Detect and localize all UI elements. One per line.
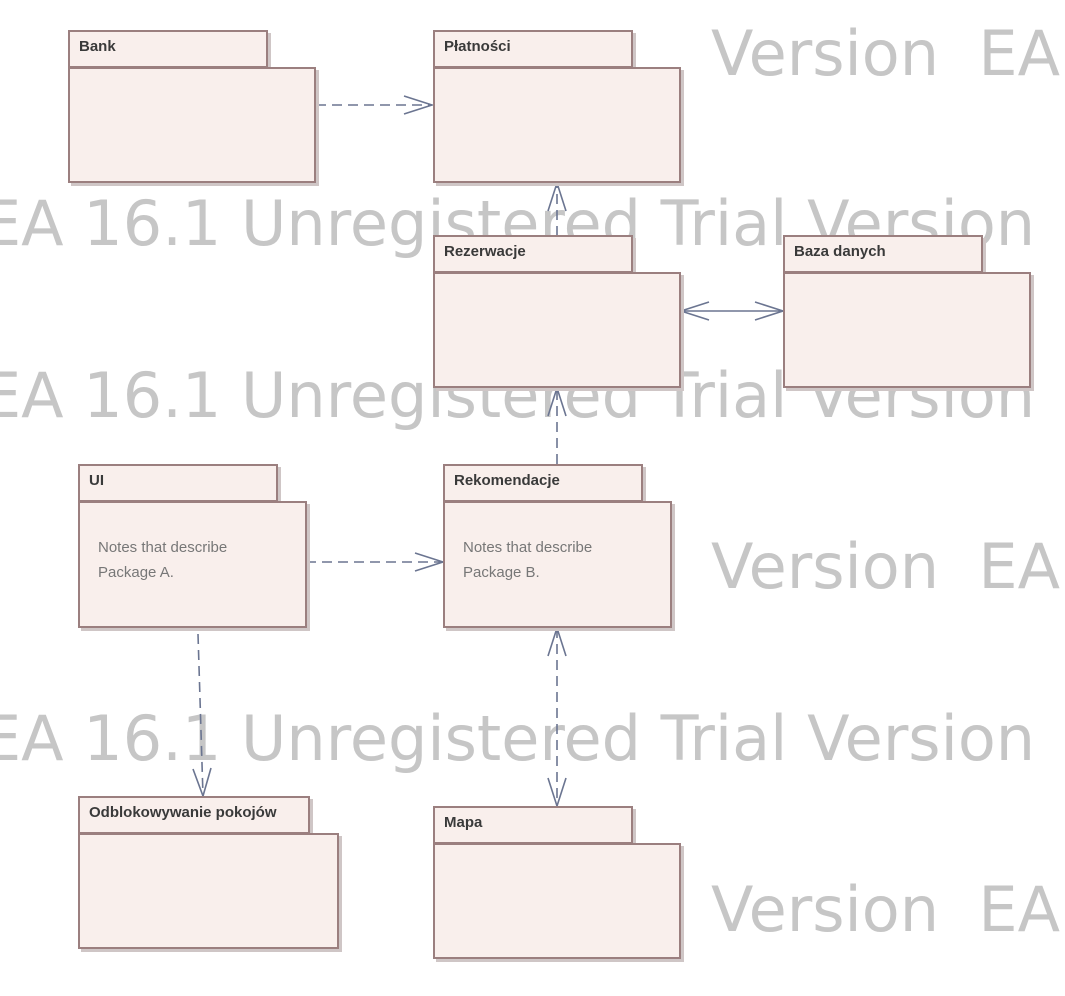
package-notes: Notes that describe Package B.	[463, 539, 593, 581]
arrowhead-icon	[678, 301, 710, 321]
package-name: Rekomendacje	[454, 472, 560, 489]
watermark-text: Version EA	[711, 17, 1060, 90]
package-notes: Notes that describe Package A.	[98, 539, 228, 581]
package-name: Odblokowywanie pokojów	[89, 804, 277, 821]
package-name: Rezerwacje	[444, 243, 526, 260]
arrowhead-icon	[547, 777, 567, 809]
watermark-text: EA 16.1 Unregistered Trial Version EA	[0, 702, 1036, 775]
watermark-text: Version EA	[711, 530, 1060, 603]
watermark-text: Version EA	[711, 873, 1060, 946]
package-name: Płatności	[444, 38, 511, 55]
package-name: Bank	[79, 38, 116, 55]
package-name: UI	[89, 472, 104, 489]
arrowhead-icon	[547, 625, 567, 657]
package-name: Mapa	[444, 814, 483, 831]
arrowhead-icon	[403, 95, 435, 115]
arrowhead-icon	[414, 552, 446, 572]
arrowhead-icon	[754, 301, 786, 321]
package-name: Baza danych	[794, 243, 886, 260]
